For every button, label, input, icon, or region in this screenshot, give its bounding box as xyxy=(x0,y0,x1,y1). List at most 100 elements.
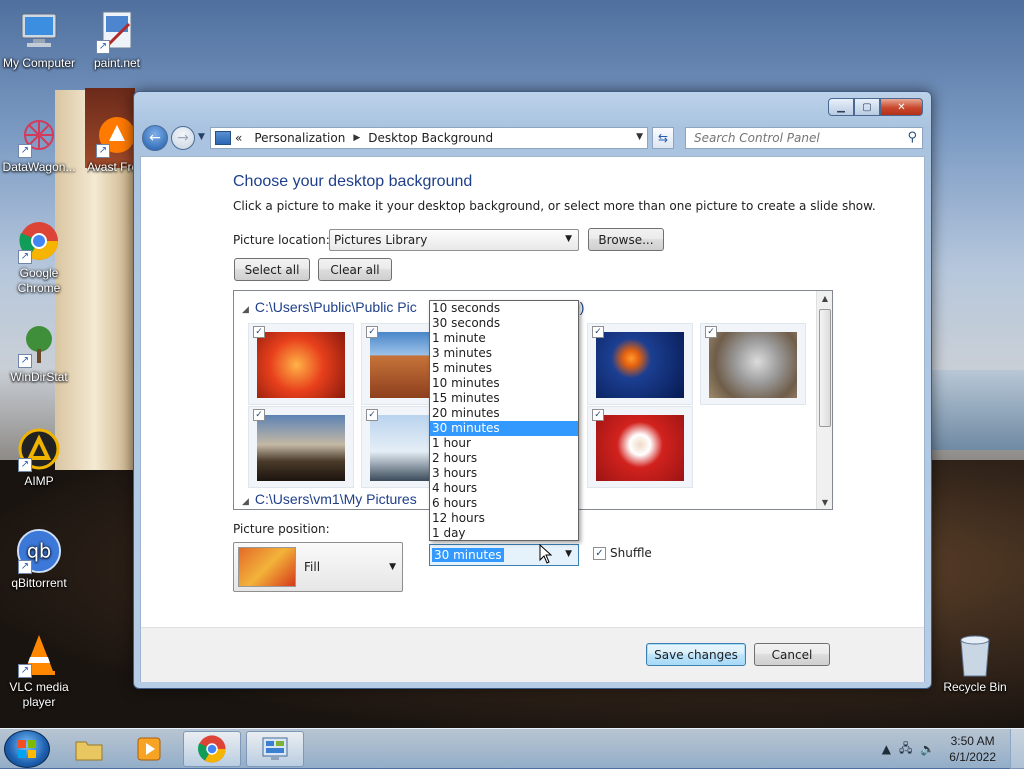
shuffle-checkbox[interactable]: ✓ Shuffle xyxy=(593,546,652,560)
scrollbar-thumb[interactable] xyxy=(819,309,831,427)
picture-position-value: Fill xyxy=(304,560,321,574)
desktop-icon-chrome[interactable]: ↗ Google Chrome xyxy=(0,218,78,296)
navigation-bar: ← → ▼ « Personalization ▶ Desktop Backgr… xyxy=(140,124,925,152)
desktop-icon-label: qBittorrent xyxy=(11,576,67,590)
desktop-icon-datawagon[interactable]: ↗ DataWagon... xyxy=(0,112,78,175)
taskbar-windows-explorer[interactable] xyxy=(60,731,118,767)
picture-location-label: Picture location: xyxy=(233,233,330,247)
taskbar-control-panel[interactable] xyxy=(246,731,304,767)
thumbnail-checkbox[interactable]: ✓ xyxy=(366,326,378,338)
thumbnail-lighthouse[interactable]: ✓ xyxy=(248,406,354,488)
desktop-icon-paintnet[interactable]: ↗ paint.net xyxy=(78,8,156,71)
scroll-up-icon[interactable]: ▲ xyxy=(817,291,832,307)
minimize-button[interactable]: ▁ xyxy=(828,98,854,116)
volume-icon[interactable]: 🔊 xyxy=(920,742,935,756)
scroll-down-icon[interactable]: ▼ xyxy=(817,495,832,509)
interval-option[interactable]: 4 hours xyxy=(430,481,578,496)
thumbnail-checkbox[interactable]: ✓ xyxy=(253,409,265,421)
interval-option-selected[interactable]: 30 minutes xyxy=(430,421,578,436)
desktop-icon-label: AIMP xyxy=(24,474,54,488)
interval-select[interactable]: 30 minutes ▼ xyxy=(429,544,579,566)
network-icon[interactable]: 🖧 xyxy=(899,739,912,760)
interval-option[interactable]: 12 hours xyxy=(430,511,578,526)
breadcrumb-personalization[interactable]: Personalization xyxy=(254,131,345,145)
search-box[interactable]: ⚲ xyxy=(685,127,923,149)
thumbnail-checkbox[interactable]: ✓ xyxy=(592,326,604,338)
interval-option[interactable]: 10 minutes xyxy=(430,376,578,391)
gallery-scrollbar[interactable]: ▲ ▼ xyxy=(816,291,832,509)
thumbnail-flower[interactable]: ✓ xyxy=(248,323,354,405)
desktop-icon-recycle-bin[interactable]: Recycle Bin xyxy=(936,632,1014,695)
show-desktop-button[interactable] xyxy=(1010,729,1024,769)
thumbnail-checkbox[interactable]: ✓ xyxy=(366,409,378,421)
thumbnail-jellyfish[interactable]: ✓ xyxy=(587,323,693,405)
close-button[interactable]: ✕ xyxy=(880,98,923,116)
forward-button[interactable]: → xyxy=(171,126,195,150)
breadcrumb-overflow[interactable]: « xyxy=(235,131,242,145)
interval-option[interactable]: 1 day xyxy=(430,526,578,541)
search-input[interactable] xyxy=(692,130,892,146)
interval-dropdown-list: 10 seconds 30 seconds 1 minute 3 minutes… xyxy=(429,300,579,541)
interval-option[interactable]: 5 minutes xyxy=(430,361,578,376)
address-dropdown-icon[interactable]: ▼ xyxy=(636,132,643,142)
interval-option[interactable]: 10 seconds xyxy=(430,301,578,316)
shuffle-label: Shuffle xyxy=(610,546,652,560)
back-button[interactable]: ← xyxy=(142,125,168,151)
taskbar-chrome[interactable] xyxy=(183,731,241,767)
jellyfish-image xyxy=(596,332,684,398)
clock-time: 3:50 AM xyxy=(950,734,995,748)
interval-option[interactable]: 3 hours xyxy=(430,466,578,481)
thumbnail-checkbox[interactable]: ✓ xyxy=(592,409,604,421)
media-player-icon xyxy=(137,737,161,761)
desktop-icon-my-computer[interactable]: My Computer xyxy=(0,8,78,71)
interval-option[interactable]: 20 minutes xyxy=(430,406,578,421)
save-changes-button[interactable]: Save changes xyxy=(646,643,746,666)
computer-icon xyxy=(16,8,62,54)
group-header-public-pictures[interactable]: ◢C:\Users\Public\Public Pic9) xyxy=(242,299,584,315)
interval-option[interactable]: 30 seconds xyxy=(430,316,578,331)
browse-button[interactable]: Browse... xyxy=(588,228,664,251)
thumbnail-santa[interactable]: ✓ xyxy=(587,406,693,488)
refresh-button[interactable]: ⇆ xyxy=(652,127,674,149)
santa-image xyxy=(596,415,684,481)
chevron-down-icon: ▼ xyxy=(389,562,396,572)
thumbnail-checkbox[interactable]: ✓ xyxy=(253,326,265,338)
recent-pages-dropdown[interactable]: ▼ xyxy=(198,132,205,142)
desktop-icon-vlc[interactable]: ↗ VLC media player xyxy=(0,632,78,710)
interval-option[interactable]: 1 hour xyxy=(430,436,578,451)
breadcrumb-desktop-background[interactable]: Desktop Background xyxy=(368,131,493,145)
clear-all-button[interactable]: Clear all xyxy=(318,258,392,281)
system-tray: ▲ 🖧 🔊 3:50 AM 6/1/2022 xyxy=(878,729,1024,769)
interval-option[interactable]: 6 hours xyxy=(430,496,578,511)
interval-option[interactable]: 15 minutes xyxy=(430,391,578,406)
taskbar-media-player[interactable] xyxy=(120,731,178,767)
start-button[interactable] xyxy=(4,730,50,768)
interval-option[interactable]: 1 minute xyxy=(430,331,578,346)
address-bar[interactable]: « Personalization ▶ Desktop Background ▼ xyxy=(210,127,648,149)
datawagon-icon: ↗ xyxy=(16,112,62,158)
desktop-icon-aimp[interactable]: ↗ AIMP xyxy=(0,426,78,489)
desktop-icon-qbittorrent[interactable]: qb ↗ qBittorrent xyxy=(0,528,78,591)
cancel-button[interactable]: Cancel xyxy=(754,643,830,666)
clock[interactable]: 3:50 AM 6/1/2022 xyxy=(949,733,996,765)
select-all-button[interactable]: Select all xyxy=(234,258,310,281)
clock-date: 6/1/2022 xyxy=(949,750,996,764)
desktop-icon-windirstat[interactable]: ↗ WinDirStat xyxy=(0,322,78,385)
picture-location-select[interactable]: Pictures Library ▼ xyxy=(329,229,579,251)
group-header-my-pictures[interactable]: ◢ C:\Users\vm1\My Pictures xyxy=(242,491,417,507)
control-panel-icon xyxy=(215,131,231,145)
caption-buttons: ▁ ▢ ✕ xyxy=(828,98,923,116)
maximize-button[interactable]: ▢ xyxy=(854,98,880,116)
desktop-icon-label: Google Chrome xyxy=(17,266,61,295)
shortcut-arrow-icon: ↗ xyxy=(18,664,32,678)
interval-option[interactable]: 2 hours xyxy=(430,451,578,466)
qbittorrent-icon: qb ↗ xyxy=(16,528,62,574)
picture-position-select[interactable]: Fill ▼ xyxy=(233,542,403,592)
thumbnail-koala[interactable]: ✓ xyxy=(700,323,806,405)
interval-option[interactable]: 3 minutes xyxy=(430,346,578,361)
thumbnail-checkbox[interactable]: ✓ xyxy=(705,326,717,338)
show-hidden-icons-icon[interactable]: ▲ xyxy=(882,742,891,756)
search-icon[interactable]: ⚲ xyxy=(907,130,917,145)
chevron-down-icon: ▼ xyxy=(565,549,572,559)
breadcrumb-separator-icon[interactable]: ▶ xyxy=(353,133,360,143)
